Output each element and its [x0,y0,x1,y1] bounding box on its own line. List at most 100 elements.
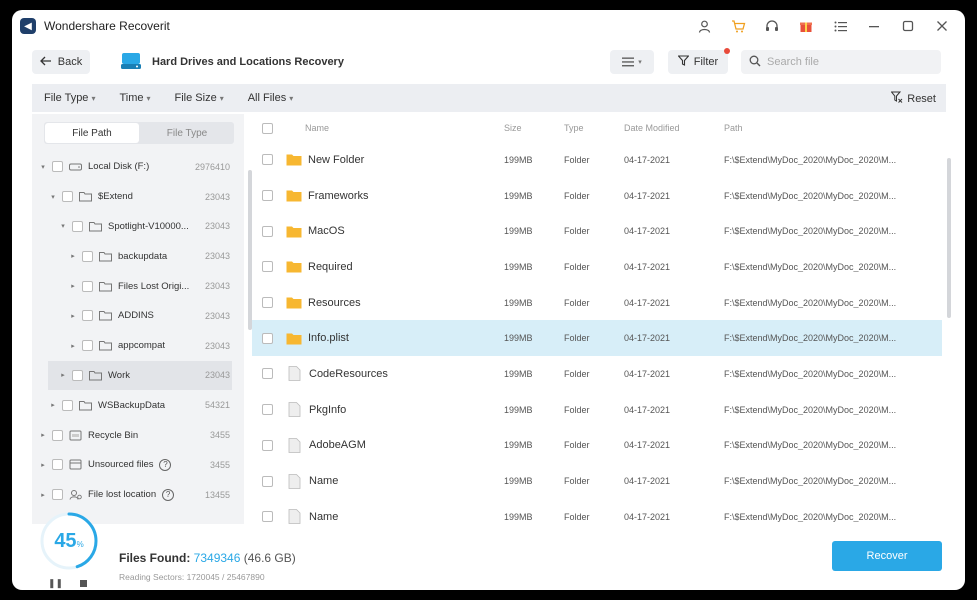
checkbox[interactable] [52,459,63,471]
filter-button[interactable]: Filter [668,48,730,74]
tree-item[interactable]: ▸ appcompat 23043 [32,331,232,361]
chevron-right-icon[interactable]: ▸ [48,401,58,409]
chevron-down-icon[interactable]: ▾ [38,163,48,171]
checkbox[interactable] [52,489,63,501]
tree-item-count: 13455 [204,489,230,500]
header-name[interactable]: Name [282,123,504,133]
header-type[interactable]: Type [564,123,624,133]
tab-file-type[interactable]: File Type [140,122,234,144]
row-checkbox[interactable] [261,225,273,237]
checkbox[interactable] [72,220,83,232]
header-size[interactable]: Size [504,123,564,133]
cart-icon[interactable] [721,16,755,36]
row-checkbox[interactable] [261,404,273,416]
tree-item[interactable]: ▸ File lost location ? 13455 [32,480,232,510]
table-row[interactable]: PkgInfo 199MB Folder 04-17-2021 F:\$Extend\M… [252,392,942,428]
minimize-icon[interactable] [857,16,891,36]
header-date-modified[interactable]: Date Modified [624,123,724,133]
table-row[interactable]: New Folder 199MB Folder 04-17-2021 F:\$Exten… [252,142,942,178]
tree-item-label: ADDINS [118,310,154,322]
tab-file-path[interactable]: File Path [45,123,139,143]
table-scrollbar[interactable] [947,158,951,318]
view-mode-button[interactable]: ▾ [610,50,654,74]
headset-icon[interactable] [755,16,789,36]
all-files-dropdown[interactable]: All Files ▾ [248,92,294,104]
table-row[interactable]: Name 199MB Folder 04-17-2021 F:\$Extend\MyDo… [252,499,942,524]
row-checkbox[interactable] [261,439,273,451]
table-row[interactable]: MacOS 199MB Folder 04-17-2021 F:\$Extend\MyD… [252,213,942,249]
checkbox[interactable] [52,429,63,441]
table-row[interactable]: AdobeAGM 199MB Folder 04-17-2021 F:\$Extend\… [252,428,942,464]
select-all-checkbox[interactable] [261,122,273,134]
help-icon[interactable]: ? [159,458,172,471]
account-icon[interactable] [687,16,721,36]
pause-icon[interactable]: ❚❚ [48,578,63,589]
row-checkbox[interactable] [261,475,273,487]
chevron-right-icon[interactable]: ▸ [68,342,78,350]
close-icon[interactable] [925,16,959,36]
tree-item-selected[interactable]: ▸ Work 23043 [48,360,232,391]
chevron-right-icon[interactable]: ▸ [68,282,78,290]
tree-item[interactable]: ▸ WSBackupData 54321 [32,390,232,420]
tree-item[interactable]: ▾ Spotlight-V10000... 23043 [32,212,232,242]
search-box[interactable] [741,50,941,74]
row-checkbox[interactable] [261,190,273,202]
row-checkbox[interactable] [261,297,273,309]
chevron-down-icon[interactable]: ▾ [58,222,68,230]
row-checkbox[interactable] [261,261,273,273]
stop-icon[interactable] [80,580,87,587]
row-name: PkgInfo [309,403,347,416]
disk-icon [69,163,82,171]
chevron-right-icon[interactable]: ▸ [38,491,48,499]
chevron-right-icon[interactable]: ▸ [38,461,48,469]
checkbox[interactable] [82,250,93,262]
back-button[interactable]: Back [32,50,90,74]
tree-item[interactable]: ▸ backupdata 23043 [32,241,232,271]
table-row[interactable]: Resources 199MB Folder 04-17-2021 F:\$Extend… [252,285,942,321]
checkbox[interactable] [52,161,63,173]
checkbox[interactable] [82,310,93,322]
gift-icon[interactable] [789,16,823,36]
table-row[interactable]: CodeResources 199MB Folder 04-17-2021 F:\$Ex… [252,356,942,392]
tree-item[interactable]: ▸ Files Lost Origi... 23043 [32,271,232,301]
header-path[interactable]: Path [724,123,914,133]
help-icon[interactable]: ? [162,488,175,501]
file-icon [288,509,301,524]
maximize-icon[interactable] [891,16,925,36]
file-size-dropdown[interactable]: File Size ▾ [175,92,224,104]
tree-item[interactable]: ▾ Local Disk (F:) 2976410 [32,152,232,182]
file-icon [288,473,301,489]
tree-item[interactable]: ▾ $Extend 23043 [32,182,232,212]
chevron-right-icon[interactable]: ▸ [58,371,68,379]
tree-item[interactable]: ▸ Unsourced files ? 3455 [32,450,232,480]
chevron-right-icon[interactable]: ▸ [38,431,48,439]
row-checkbox[interactable] [261,154,273,166]
tree-item-count: 3455 [209,430,230,441]
reset-button[interactable]: Reset [890,91,936,106]
chevron-down-icon[interactable]: ▾ [48,193,58,201]
tree-item[interactable]: ▸ ADDINS 23043 [32,301,232,331]
notification-dot [724,48,730,54]
tree-item[interactable]: ▸ Recycle Bin 3455 [32,420,232,450]
menu-list-icon[interactable] [823,16,857,36]
checkbox[interactable] [82,340,93,352]
table-row[interactable]: Required 199MB Folder 04-17-2021 F:\$Extend\… [252,249,942,285]
checkbox[interactable] [82,280,93,292]
toolbar: Back Hard Drives and Locations Recovery … [12,46,965,80]
table-row[interactable]: Name 199MB Folder 04-17-2021 F:\$Extend\MyDo… [252,463,942,499]
row-checkbox[interactable] [261,511,273,523]
time-dropdown[interactable]: Time ▾ [119,92,150,104]
table-row[interactable]: Info.plist 199MB Folder 04-17-2021 F:\$Exten… [252,320,942,357]
file-type-dropdown[interactable]: File Type ▾ [44,92,95,104]
table-row[interactable]: Frameworks 199MB Folder 04-17-2021 F:\$Exten… [252,178,942,214]
checkbox[interactable] [62,399,73,411]
search-input[interactable] [767,56,927,68]
row-checkbox[interactable] [261,368,273,380]
chevron-right-icon[interactable]: ▸ [68,312,78,320]
recover-button[interactable]: Recover [832,541,942,571]
checkbox[interactable] [72,369,83,381]
checkbox[interactable] [62,191,73,203]
row-checkbox[interactable] [261,332,273,344]
chevron-right-icon[interactable]: ▸ [68,252,78,260]
row-type: Folder [564,440,590,451]
